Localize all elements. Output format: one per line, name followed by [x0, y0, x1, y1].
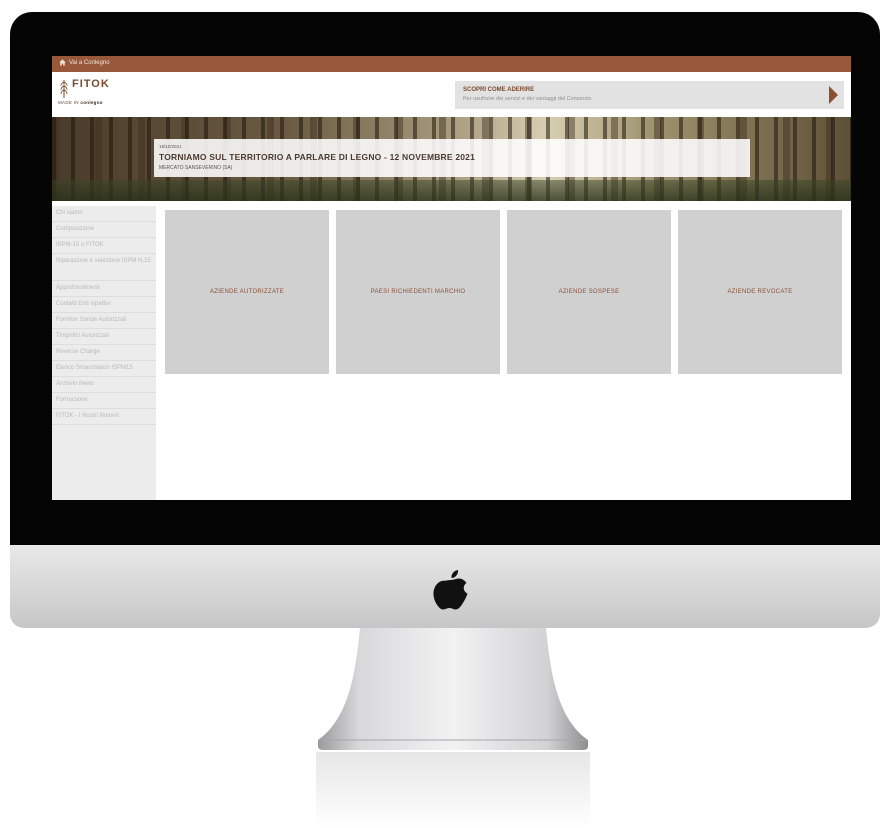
sidebar-item-nostri-numeri[interactable]: FITOK - I Nostri Numeri: [52, 409, 156, 425]
sidebar-item-chi-siamo[interactable]: Chi siamo: [52, 206, 156, 222]
sidebar-item-contatti-enti[interactable]: Contatti Enti Ispettivi: [52, 297, 156, 313]
top-bar: Vai a Conlegno: [52, 56, 851, 72]
tile-paesi-richiedenti[interactable]: PAESI RICHIEDENTI MARCHIO: [336, 210, 500, 374]
fitok-logo[interactable]: FITOK MADE IN conlegno: [58, 78, 118, 110]
logo-wordmark: FITOK: [72, 78, 110, 90]
news-card[interactable]: 19/10/2021 TORNIAMO SUL TERRITORIO A PAR…: [154, 139, 750, 177]
tile-aziende-sospese[interactable]: AZIENDE SOSPESE: [507, 210, 671, 374]
wheat-icon: [60, 80, 68, 98]
conlegno-link-label: Vai a Conlegno: [69, 59, 110, 66]
hero-banner: 19/10/2021 TORNIAMO SUL TERRITORIO A PAR…: [52, 117, 851, 201]
tile-label: AZIENDE AUTORIZZATE: [209, 289, 285, 295]
sidebar-item-approfondimenti[interactable]: Approfondimenti: [52, 281, 156, 297]
sidebar-item-formazione[interactable]: Formazione: [52, 393, 156, 409]
tile-aziende-autorizzate[interactable]: AZIENDE AUTORIZZATE: [165, 210, 329, 374]
join-banner[interactable]: SCOPRI COME ADERIRE Per usufruire dei se…: [455, 81, 844, 109]
conlegno-link[interactable]: Vai a Conlegno: [59, 59, 110, 66]
sidebar-item-composizione[interactable]: Composizione: [52, 222, 156, 238]
sidebar-item-ispm15-fitok[interactable]: ISPM-15 e FITOK: [52, 238, 156, 254]
news-place: MERCATO SANSEVERINO (SA): [159, 165, 233, 171]
logo-tagline: MADE IN conlegno: [58, 100, 103, 105]
forest-floor: [52, 180, 851, 201]
website-screen: Vai a Conlegno FITOK MADE IN conlegno SC…: [52, 56, 851, 500]
home-icon: [59, 59, 66, 66]
logo-tag-prefix: MADE IN: [58, 100, 79, 105]
news-title[interactable]: TORNIAMO SUL TERRITORIO A PARLARE DI LEG…: [159, 152, 475, 162]
tile-label: AZIENDE SOSPESE: [558, 289, 620, 295]
tile-label: AZIENDE REVOCATE: [727, 289, 793, 295]
sidebar-menu: Chi siamo Composizione ISPM-15 e FITOK R…: [52, 206, 156, 500]
site-header: FITOK MADE IN conlegno SCOPRI COME ADERI…: [52, 72, 851, 117]
stand-reflection: [316, 752, 590, 828]
sidebar-item-smarchiatori[interactable]: Elenco Smarchiatori ISPM15: [52, 361, 156, 377]
sidebar-item-timprifici[interactable]: Timprifici Autorizzati: [52, 329, 156, 345]
join-subtitle: Per usufruire dei servizi e dei vantaggi…: [463, 96, 592, 102]
news-date: 19/10/2021: [159, 144, 182, 149]
tile-aziende-revocate[interactable]: AZIENDE REVOCATE: [678, 210, 842, 374]
triangle-right-icon[interactable]: [829, 86, 838, 104]
sidebar-item-reverse-charge[interactable]: Reverse Charge: [52, 345, 156, 361]
apple-logo-icon: [433, 570, 468, 610]
logo-tag-brand: conlegno: [80, 100, 103, 105]
join-title: SCOPRI COME ADERIRE: [463, 87, 535, 93]
sidebar-item-archivio-news[interactable]: Archivio News: [52, 377, 156, 393]
monitor-stand: [318, 628, 588, 750]
sidebar-item-riparazione[interactable]: Riparazione e selezione ISPM N.15: [52, 254, 156, 281]
tile-label: PAESI RICHIEDENTI MARCHIO: [370, 289, 466, 295]
sidebar-item-fornitori-sonde[interactable]: Fornitori Sonde Autorizzati: [52, 313, 156, 329]
